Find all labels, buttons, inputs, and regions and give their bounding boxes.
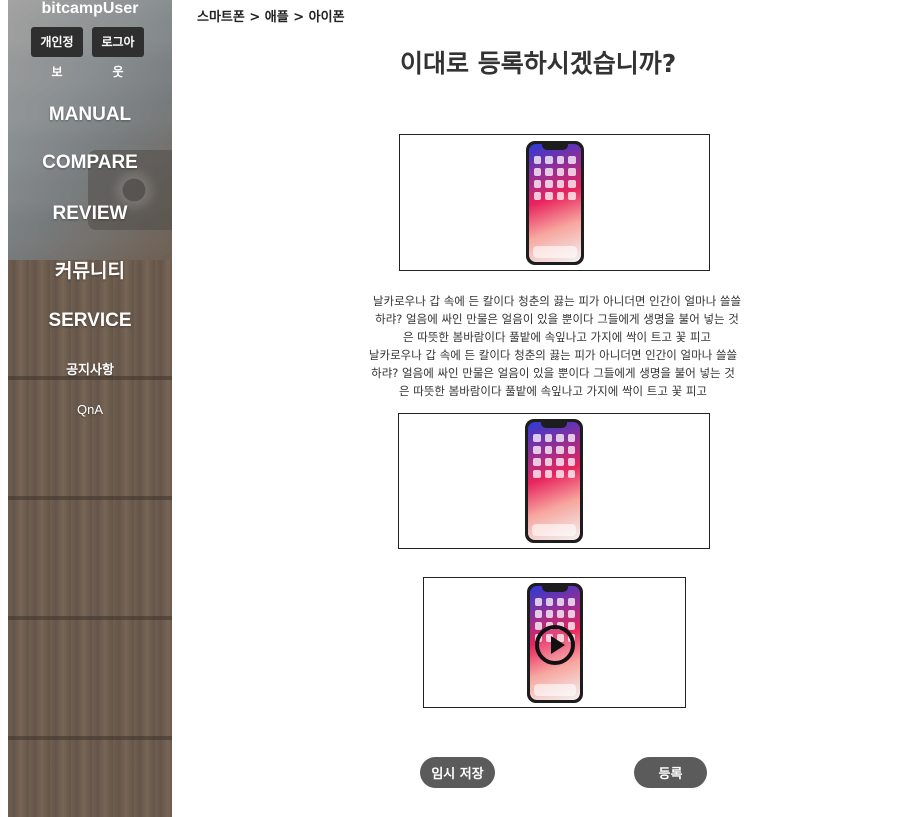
iphone-image	[526, 582, 583, 703]
product-description-1: 날카로우나 갑 속에 든 칼이다 청춘의 끓는 피가 아니더면 인간이 얼마나 …	[372, 294, 742, 344]
temp-save-button[interactable]: 임시 저장	[420, 757, 495, 788]
menu-item-review[interactable]: REVIEW	[8, 203, 172, 225]
menu-item-manual[interactable]: MANUAL	[8, 104, 172, 126]
page-title: 이대로 등록하시겠습니까?	[400, 49, 677, 78]
product-image-1	[399, 134, 710, 271]
menu-item-community[interactable]: 커뮤니티	[8, 256, 172, 283]
menu-item-qna[interactable]: QnA	[8, 402, 172, 417]
play-icon[interactable]	[534, 624, 575, 665]
product-image-2	[398, 413, 710, 549]
submit-button[interactable]: 등록	[634, 757, 707, 788]
profile-button[interactable]: 개인정보	[31, 27, 83, 79]
menu-item-service[interactable]: SERVICE	[8, 310, 172, 332]
product-description-2: 날카로우나 갑 속에 든 칼이다 청춘의 끓는 피가 아니더면 인간이 얼마나 …	[368, 348, 738, 398]
product-video[interactable]	[423, 577, 686, 708]
iphone-image	[525, 419, 583, 543]
menu-item-notice[interactable]: 공지사항	[8, 359, 172, 378]
user-name: bitcampUser	[41, 0, 139, 17]
breadcrumb: 스마트폰 > 애플 > 아이폰	[197, 10, 345, 25]
menu-item-compare[interactable]: COMPARE	[8, 152, 172, 174]
iphone-image	[525, 140, 584, 265]
sidebar: bitcampUser 개인정보 로그아웃 MANUAL COMPARE REV…	[8, 0, 172, 817]
logout-button[interactable]: 로그아웃	[92, 27, 144, 79]
